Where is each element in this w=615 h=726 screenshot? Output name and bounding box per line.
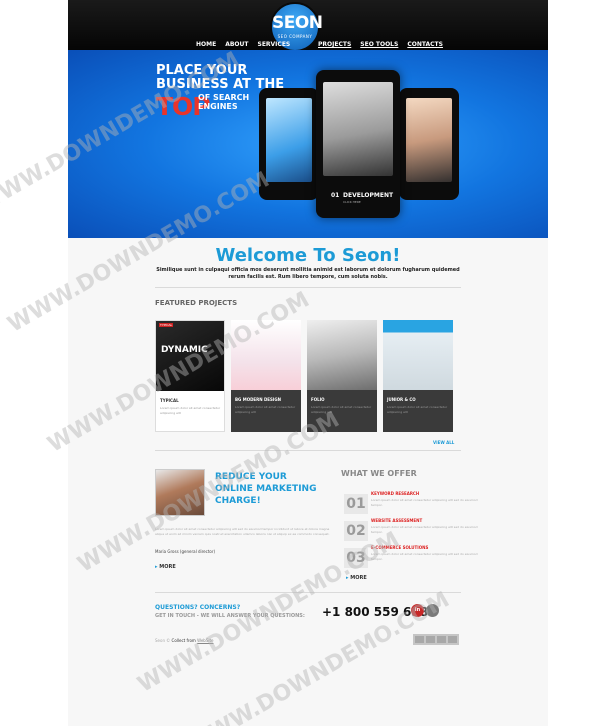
tablet-right[interactable]	[399, 88, 459, 200]
project-caption: JUNIOR & CO	[387, 397, 416, 402]
project-image	[231, 320, 301, 390]
tablet-left[interactable]	[259, 88, 319, 200]
project-card[interactable]: JUNIOR & CO Lorem ipsum dolor sit amet c…	[383, 320, 453, 432]
project-card[interactable]: TYPICAL DYNAMIC TYPICAL Lorem ipsum dolo…	[155, 320, 225, 432]
tablet-right-screen	[406, 98, 452, 182]
slide-number: 01	[331, 192, 340, 199]
more-label: MORE	[350, 575, 367, 581]
offer-title: WHAT WE OFFER	[341, 469, 417, 478]
project-caption: TYPICAL	[160, 398, 179, 403]
hero-tail-2: ENGINES	[198, 102, 238, 111]
footer-text: Seon © Collect from WebSite	[155, 638, 214, 643]
project-overlay-text: DYNAMIC	[161, 345, 208, 355]
footer-collect: Collect from	[171, 638, 196, 643]
logo-title: SEON	[272, 13, 323, 33]
project-card[interactable]: FOLIO Lorem ipsum dolor sit amet consect…	[307, 320, 377, 432]
nav-contacts[interactable]: CONTACTS	[407, 41, 443, 48]
social-icon[interactable]	[426, 604, 439, 617]
project-caption: FOLIO	[311, 397, 325, 402]
offer-item-desc: Lorem ipsum dolor sit amet consectetur a…	[371, 498, 478, 507]
view-all-link[interactable]: VIEW ALL	[433, 440, 454, 445]
welcome-text: Similique sunt in culpaqui officia mos d…	[156, 267, 460, 280]
logo-subtitle: SEO COMPANY	[277, 34, 313, 39]
project-desc: Lorem ipsum dolor sit amet consectetur a…	[235, 405, 296, 414]
project-image	[383, 320, 453, 390]
tablet-center-screen	[323, 82, 393, 176]
project-image: TYPICAL DYNAMIC	[156, 321, 224, 391]
offer-item-desc: Lorem ipsum dolor sit amet consectetur a…	[371, 552, 478, 561]
footer-copyright: Seon ©	[155, 638, 171, 643]
questions-heading: QUESTIONS? CONCERNS?	[155, 604, 241, 611]
divider	[155, 287, 461, 288]
project-image	[307, 320, 377, 390]
nav-left: HOME ABOUT SERVICES	[196, 41, 290, 48]
divider	[155, 450, 461, 451]
nav-about[interactable]: ABOUT	[225, 41, 248, 48]
nav-seo-tools[interactable]: SEO TOOLS	[360, 41, 398, 48]
offer-number: 03	[344, 548, 368, 568]
offer-item-title[interactable]: KEYWORD RESEARCH	[371, 491, 419, 496]
slide-sub: CLICK HERE	[343, 200, 361, 204]
more-label: MORE	[159, 564, 176, 570]
page: SEON SEO COMPANY HOME ABOUT SERVICES PRO…	[0, 0, 615, 726]
reduce-body: Lorem ipsum dolor sit amet consectetur a…	[155, 527, 330, 536]
footer-website-link[interactable]: WebSite	[197, 638, 213, 643]
hero-tail-1: OF SEARCH	[198, 93, 250, 102]
more-link[interactable]: ▸ MORE	[155, 564, 176, 570]
nav-home[interactable]: HOME	[196, 41, 216, 48]
payment-cards	[413, 634, 459, 645]
divider	[155, 592, 461, 593]
project-desc: Lorem ipsum dolor sit amet consectetur a…	[311, 405, 372, 414]
get-in-touch-text: GET IN TOUCH - WE WILL ANSWER YOUR QUEST…	[155, 613, 305, 619]
offer-number: 02	[344, 521, 368, 541]
welcome-title: Welcome To Seon!	[215, 245, 401, 266]
hero-line-1: PLACE YOUR	[156, 63, 248, 78]
author-name: Maria Gross (general director)	[155, 549, 216, 554]
project-desc: Lorem ipsum dolor sit amet consectetur a…	[160, 406, 221, 415]
offer-item-desc: Lorem ipsum dolor sit amet consectetur a…	[371, 525, 478, 534]
project-caption: BG MODERN DESIGN	[235, 397, 282, 402]
linkedin-icon[interactable]: in	[411, 604, 424, 617]
project-card[interactable]: BG MODERN DESIGN Lorem ipsum dolor sit a…	[231, 320, 301, 432]
reduce-title: REDUCE YOUR ONLINE MARKETING CHARGE!	[215, 472, 317, 506]
offer-number: 01	[344, 494, 368, 514]
offer-item-title[interactable]: E-COMMERCE SOLUTIONS	[371, 545, 428, 550]
tablet-left-screen	[266, 98, 312, 182]
nav-projects[interactable]: PROJECTS	[318, 41, 351, 48]
director-photo	[155, 469, 205, 516]
hero-tail: OF SEARCH ENGINES	[198, 93, 249, 111]
more-link[interactable]: ▸ MORE	[346, 575, 367, 581]
slide-label: DEVELOPMENT	[343, 192, 394, 199]
project-desc: Lorem ipsum dolor sit amet consectetur a…	[387, 405, 448, 414]
project-tag: TYPICAL	[159, 323, 174, 327]
featured-title: FEATURED PROJECTS	[155, 299, 238, 307]
nav-services[interactable]: SERVICES	[258, 41, 291, 48]
offer-item-title[interactable]: WEBSITE ASSESSMENT	[371, 518, 422, 523]
site-canvas: SEON SEO COMPANY HOME ABOUT SERVICES PRO…	[68, 0, 548, 726]
nav-right: PROJECTS SEO TOOLS CONTACTS	[318, 41, 443, 48]
